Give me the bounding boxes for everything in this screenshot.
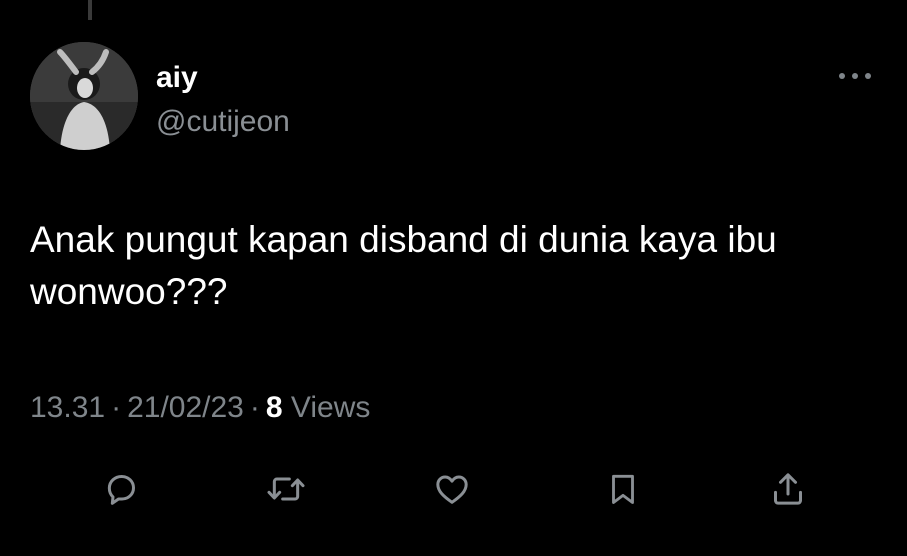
share-button[interactable] <box>763 462 813 516</box>
more-horizontal-icon <box>839 73 871 79</box>
tweet-date[interactable]: 21/02/23 <box>127 391 244 424</box>
reply-button[interactable] <box>96 462 146 516</box>
share-icon <box>774 473 802 505</box>
thread-connector-line <box>88 0 92 20</box>
retweet-button[interactable] <box>261 462 311 516</box>
bookmark-icon <box>612 474 634 504</box>
meta-separator: · <box>111 391 122 424</box>
avatar[interactable] <box>30 42 138 150</box>
tweet-actions-bar <box>0 462 907 516</box>
tweet-time[interactable]: 13.31 <box>30 391 105 424</box>
views-label[interactable]: Views <box>291 391 370 424</box>
author-handle[interactable]: @cutijeon <box>156 104 290 140</box>
reply-icon <box>107 475 135 505</box>
heart-icon <box>436 475 468 504</box>
tweet-text: Anak pungut kapan disband di dunia kaya … <box>30 219 777 312</box>
meta-separator: · <box>249 391 260 424</box>
views-count[interactable]: 8 <box>266 391 283 424</box>
bookmark-button[interactable] <box>598 462 648 516</box>
like-button[interactable] <box>427 462 477 516</box>
more-options-button[interactable] <box>830 62 880 90</box>
author-display-name[interactable]: aiy <box>156 60 198 96</box>
tweet-meta: 13.31 · 21/02/23 · 8 Views <box>30 388 370 428</box>
avatar-image <box>30 42 138 150</box>
retweet-icon <box>267 477 305 501</box>
